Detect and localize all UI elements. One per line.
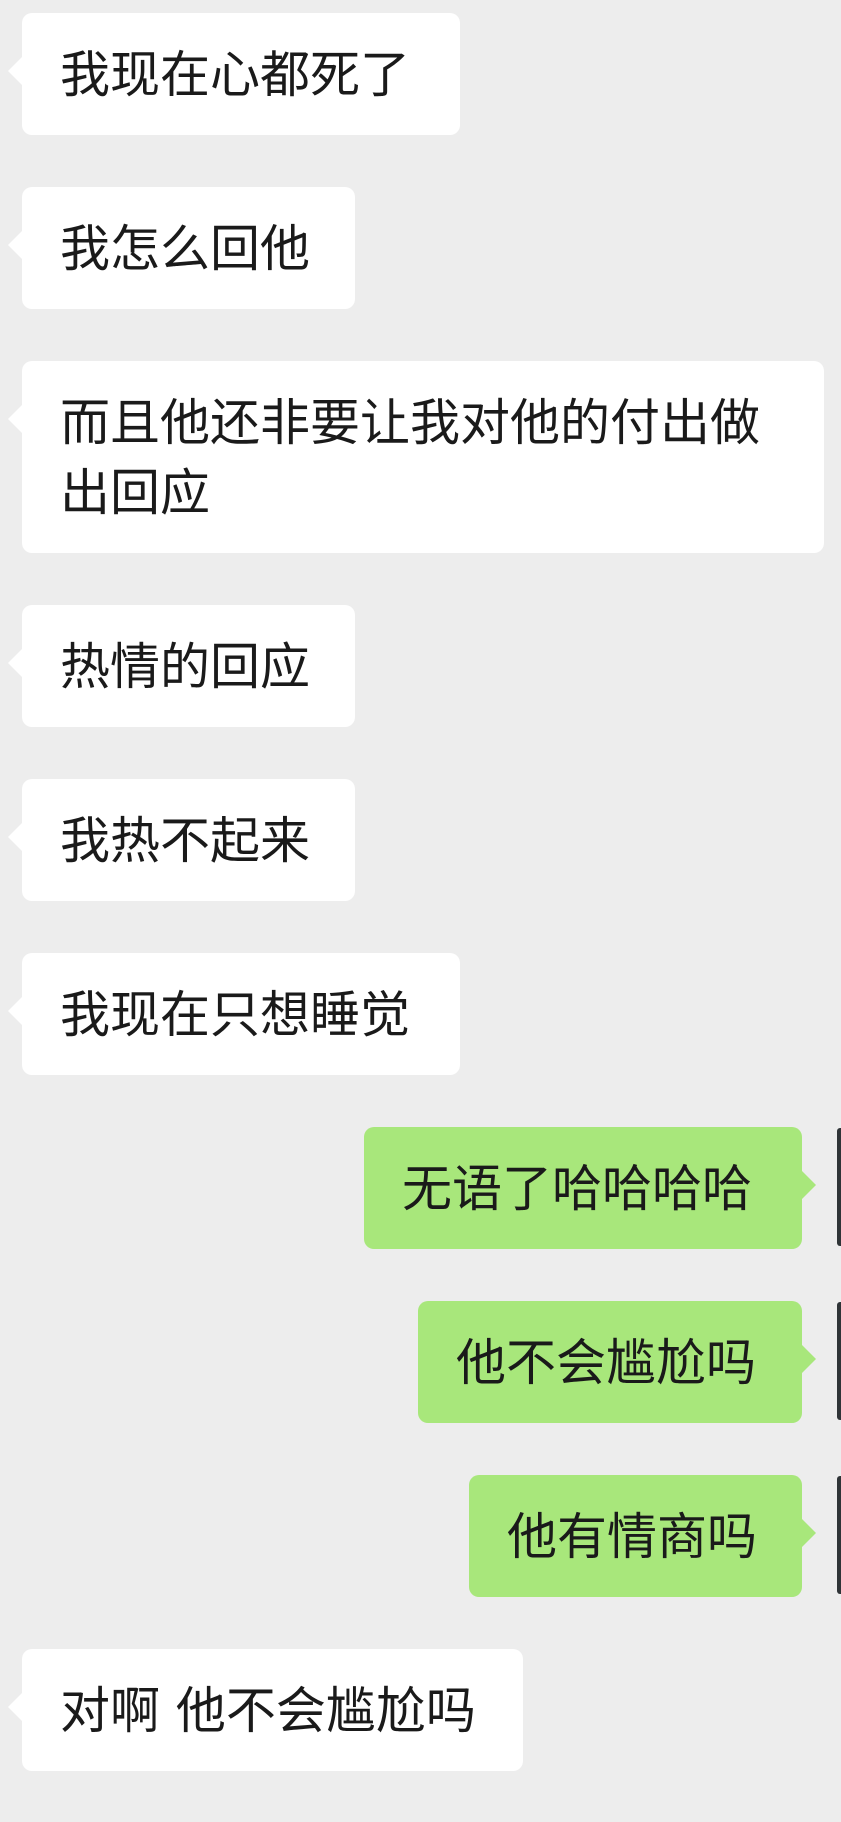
message-text: 他不会尴尬吗 xyxy=(456,1334,756,1392)
message-bubble-sent[interactable]: 无语了哈哈哈哈 xyxy=(364,1127,816,1249)
chat-conversation: 我现在心都死了 我怎么回他 而且他还非要让我对他的付出做出回应 热情的回应 我热… xyxy=(0,0,841,1822)
message-text: 我怎么回他 xyxy=(60,220,310,278)
message-text: 无语了哈哈哈哈 xyxy=(402,1160,752,1218)
message-text: 对啊 他不会尴尬吗 xyxy=(60,1682,476,1740)
message-bubble-received[interactable]: 我现在心都死了 xyxy=(8,13,460,135)
message-text: 他有情商吗 xyxy=(507,1508,757,1566)
message-bubble-received[interactable]: 热情的回应 xyxy=(8,605,355,727)
avatar[interactable] xyxy=(837,1476,841,1594)
message-bubble-sent[interactable]: 他有情商吗 xyxy=(469,1475,816,1597)
avatar[interactable] xyxy=(837,1302,841,1420)
message-bubble-sent[interactable]: 他不会尴尬吗 xyxy=(418,1301,816,1423)
message-text: 而且他还非要让我对他的付出做出回应 xyxy=(60,394,760,522)
message-bubble-received[interactable]: 我怎么回他 xyxy=(8,187,355,309)
message-bubble-received[interactable]: 对啊 他不会尴尬吗 xyxy=(8,1649,523,1771)
message-text: 我现在心都死了 xyxy=(60,46,410,104)
message-bubble-received[interactable]: 而且他还非要让我对他的付出做出回应 xyxy=(8,361,824,553)
message-bubble-received[interactable]: 我现在只想睡觉 xyxy=(8,953,460,1075)
message-text: 热情的回应 xyxy=(60,638,310,696)
avatar[interactable] xyxy=(837,1128,841,1246)
message-text: 我热不起来 xyxy=(60,812,310,870)
message-text: 我现在只想睡觉 xyxy=(60,986,410,1044)
message-bubble-received[interactable]: 我热不起来 xyxy=(8,779,355,901)
